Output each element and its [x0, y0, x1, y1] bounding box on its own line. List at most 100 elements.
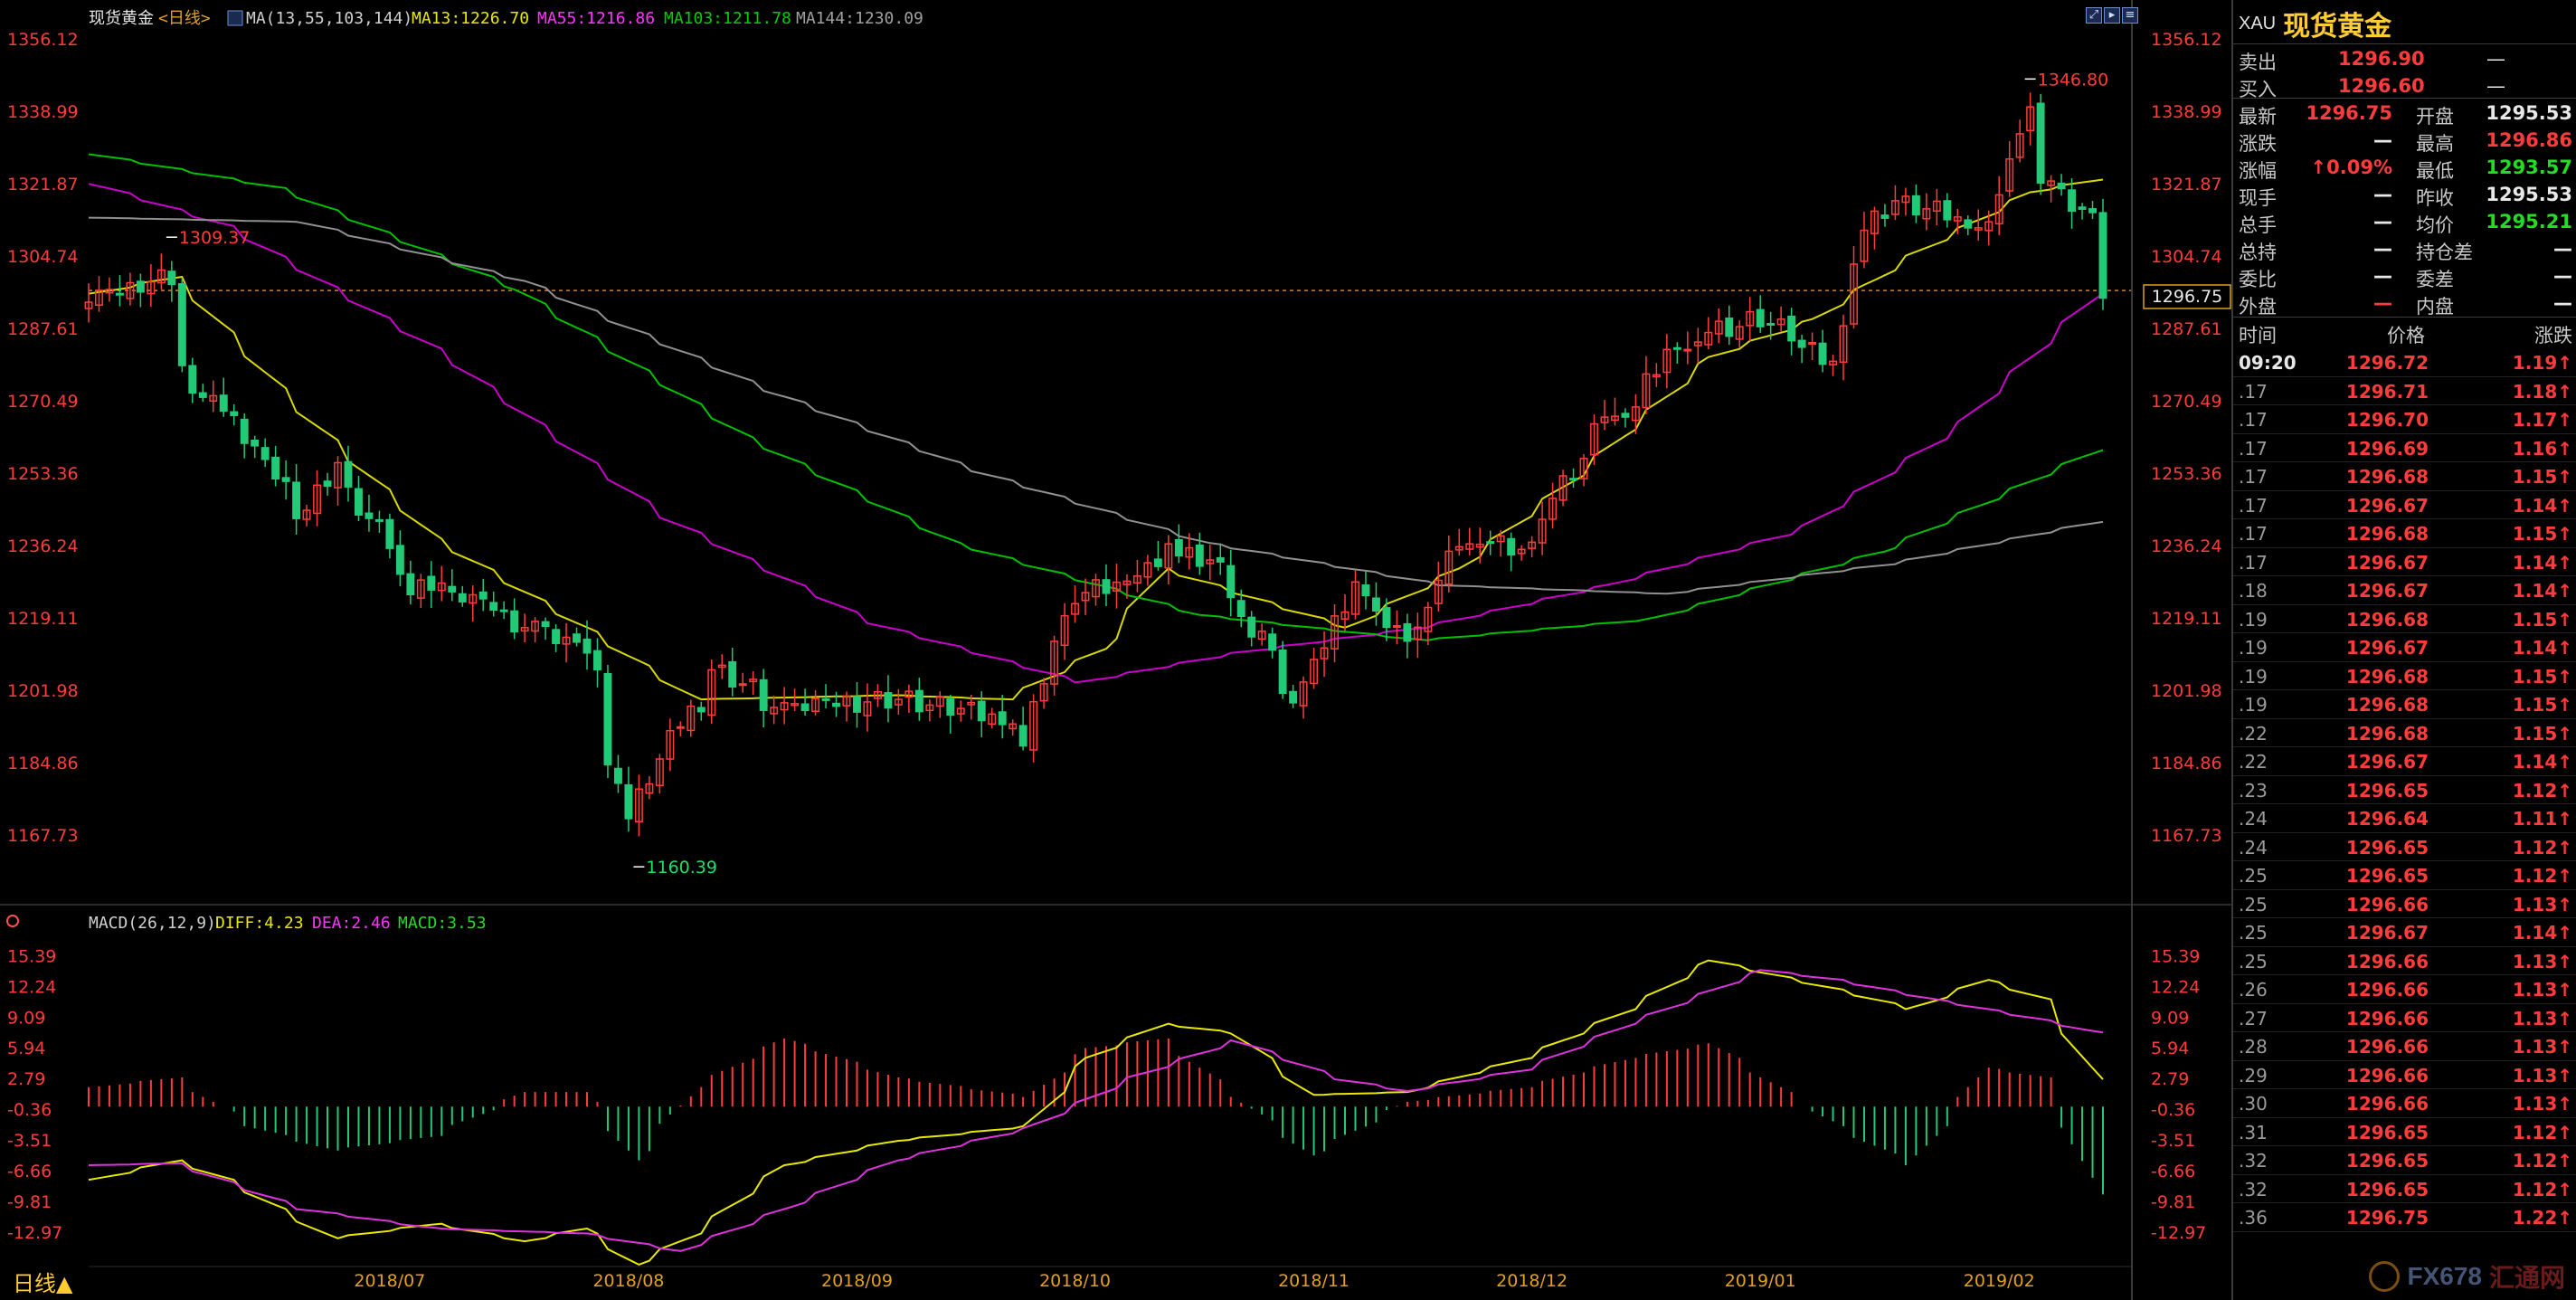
- stat-value: —: [2373, 211, 2392, 232]
- candle: [147, 264, 156, 308]
- current-price-tag: 1296.75: [2152, 287, 2223, 307]
- candle: [1756, 295, 1765, 333]
- chart-title: 现货黄金: [89, 9, 154, 28]
- candle-body: [198, 392, 207, 398]
- tick-time: .17: [2239, 437, 2268, 460]
- candle: [209, 380, 218, 413]
- period-switch[interactable]: 日线▲: [13, 1271, 73, 1296]
- candle: [1050, 635, 1059, 696]
- price-tick-left: 1338.99: [7, 102, 79, 122]
- sell-volume: —: [2486, 48, 2505, 70]
- candle-body: [1797, 339, 1806, 348]
- stat-label: 最高: [2416, 133, 2454, 155]
- tick-time: .36: [2239, 1207, 2268, 1229]
- candle: [1569, 468, 1578, 489]
- tick-time: .17: [2239, 466, 2268, 488]
- candle: [302, 504, 311, 527]
- candle: [1331, 603, 1339, 663]
- quote-panel: XAU 现货黄金 卖出 1296.90 — 买入 1296.60 — 最新 129…: [2231, 0, 2576, 1300]
- candle: [863, 683, 872, 732]
- candle: [562, 622, 571, 663]
- tick-row: .25 1296.67 1.14↑: [2233, 918, 2576, 947]
- ma-config-icon[interactable]: [227, 10, 243, 26]
- price-tick-left: 1167.73: [7, 826, 79, 846]
- candle: [603, 665, 612, 779]
- ma13-line: [88, 178, 2104, 701]
- annotation-label: 1346.80: [2038, 70, 2109, 90]
- candle-body: [552, 629, 561, 644]
- chart-menu-button[interactable]: ≡: [2122, 7, 2138, 24]
- candle-body: [1569, 478, 1578, 481]
- price-tick-left: 1236.24: [7, 536, 79, 556]
- candle-body: [603, 673, 612, 766]
- stat-label: 涨跌: [2239, 133, 2277, 155]
- candle: [1164, 535, 1173, 585]
- candle-body: [1371, 597, 1380, 612]
- tick-price: 1296.66: [2345, 979, 2429, 1001]
- candle: [645, 775, 654, 800]
- tick-change: 1.13↑: [2512, 979, 2572, 1001]
- date-tick: 2018/10: [1039, 1271, 1111, 1291]
- buy-price: 1296.60: [2338, 75, 2425, 97]
- candle-body: [385, 518, 394, 549]
- tick-time: .18: [2239, 580, 2268, 602]
- macd-tick-left: 9.09: [7, 1008, 45, 1028]
- candle: [853, 681, 861, 728]
- ma103-line: [88, 153, 2104, 641]
- tick-row: .19 1296.68 1.15↑: [2233, 690, 2576, 719]
- tick-change: 1.22↑: [2512, 1207, 2572, 1229]
- tick-change: 1.15↑: [2512, 722, 2572, 745]
- candle: [1289, 684, 1298, 708]
- candle-body: [427, 575, 436, 591]
- macd-settings-icon[interactable]: [6, 915, 19, 927]
- tick-row: .22 1296.68 1.15↑: [2233, 719, 2576, 747]
- candle: [1153, 540, 1162, 571]
- candle: [1029, 694, 1038, 763]
- tick-price: 1296.70: [2345, 409, 2429, 431]
- candle: [334, 456, 342, 506]
- candle-body: [1278, 649, 1287, 695]
- candle: [759, 669, 768, 728]
- candle: [1257, 623, 1266, 646]
- ticks-header-change: 涨跌: [2534, 325, 2572, 346]
- ma103-label: MA103:1211.78: [664, 9, 791, 28]
- candle-body: [1808, 341, 1817, 345]
- candle: [469, 585, 478, 622]
- candle-body: [582, 638, 592, 654]
- candle-body: [219, 394, 228, 413]
- candle-body: [1195, 544, 1204, 567]
- tick-row: .17 1296.68 1.15↑: [2233, 519, 2576, 548]
- candle-body: [458, 593, 467, 603]
- candle-body: [946, 698, 955, 716]
- price-tick-right: 1167.73: [2151, 826, 2222, 846]
- candle-body: [541, 621, 550, 628]
- candle: [198, 384, 207, 403]
- tick-time: .25: [2239, 893, 2268, 916]
- stat-value: 1296.75: [2306, 102, 2392, 124]
- tick-price: 1296.65: [2345, 865, 2429, 887]
- chart-restore-button[interactable]: ⤢: [2086, 7, 2102, 24]
- candle: [2015, 119, 2024, 163]
- stat-value: —: [2373, 238, 2392, 260]
- chart-area[interactable]: 1356.12 1356.12 1338.99 1338.99 1321.87 1321.…: [0, 0, 2231, 1300]
- macd-tick-left: -3.51: [7, 1131, 52, 1151]
- tick-price: 1296.68: [2345, 722, 2429, 745]
- price-tick-left: 1356.12: [7, 30, 79, 50]
- chart-next-button[interactable]: ▸: [2104, 7, 2120, 24]
- tick-change: 1.13↑: [2512, 1007, 2572, 1030]
- candle-body: [1964, 219, 1973, 229]
- candle: [499, 601, 508, 620]
- stat-value: ↑0.09%: [2310, 157, 2392, 178]
- candle: [1268, 627, 1277, 659]
- candle: [2088, 201, 2097, 220]
- candle: [1009, 719, 1018, 736]
- candle: [1382, 598, 1391, 641]
- candle: [1797, 335, 1806, 364]
- tick-price: 1296.68: [2345, 608, 2429, 631]
- tick-change: 1.15↑: [2512, 523, 2572, 545]
- tick-price: 1296.67: [2345, 637, 2429, 659]
- candle: [188, 357, 197, 403]
- moving-average-lines: [88, 153, 2104, 701]
- candle: [935, 691, 944, 718]
- ticks-header-time: 时间: [2239, 325, 2277, 346]
